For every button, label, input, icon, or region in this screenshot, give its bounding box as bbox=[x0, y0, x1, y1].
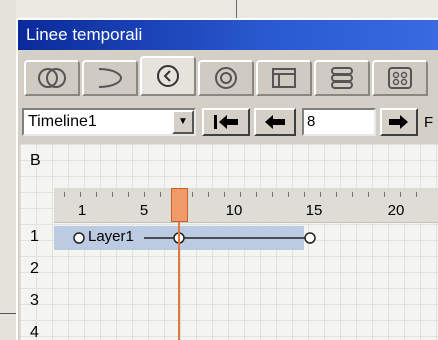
chevron-down-icon[interactable]: ▼ bbox=[172, 110, 194, 134]
layer-name: Layer1 bbox=[88, 228, 134, 245]
clock-icon bbox=[157, 65, 179, 87]
overlap-circles-icon bbox=[38, 68, 66, 88]
rewind-to-start-button[interactable] bbox=[202, 108, 250, 136]
tab-frames[interactable] bbox=[256, 60, 312, 96]
rewind-to-start-icon bbox=[214, 115, 238, 129]
playhead-handle[interactable] bbox=[171, 188, 188, 222]
grid-dots-icon bbox=[388, 67, 412, 89]
tab-objects[interactable] bbox=[24, 60, 80, 96]
timeline-panel[interactable]: B 1 5 10 15 20 1 2 3 4 Layer1 bbox=[20, 144, 438, 340]
background-tick bbox=[0, 313, 16, 314]
playhead-line bbox=[178, 214, 180, 340]
tab-target[interactable] bbox=[198, 60, 254, 96]
timeline-select[interactable]: Timeline1 ▼ bbox=[22, 108, 196, 136]
timeline-toolbar: Timeline1 ▼ 8 F bbox=[18, 102, 438, 142]
fps-label: F bbox=[424, 114, 434, 131]
curve-arrow-icon bbox=[98, 68, 123, 88]
frame-number-input[interactable]: 8 bbox=[302, 108, 376, 136]
tab-layers[interactable] bbox=[314, 60, 370, 96]
tab-timelines[interactable] bbox=[140, 56, 196, 96]
tab-grid[interactable] bbox=[372, 60, 428, 96]
tab-strip bbox=[24, 56, 438, 98]
background-top bbox=[0, 0, 438, 18]
previous-frame-button[interactable] bbox=[254, 108, 296, 136]
target-icon bbox=[215, 67, 237, 89]
timelines-window: Linee temporali Timeline1 ▼ 8 F B 1 5 10… bbox=[16, 18, 438, 340]
arrow-left-icon bbox=[265, 115, 285, 129]
background-left bbox=[0, 0, 16, 340]
timeline-select-value: Timeline1 bbox=[28, 113, 97, 130]
layers-icon bbox=[331, 67, 353, 89]
window-title[interactable]: Linee temporali bbox=[18, 20, 438, 50]
play-forward-button[interactable] bbox=[380, 108, 418, 136]
keyframe-marker[interactable] bbox=[304, 232, 316, 244]
background-divider bbox=[236, 0, 237, 18]
tab-behaviors[interactable] bbox=[82, 60, 138, 96]
window-layout-icon bbox=[272, 68, 296, 88]
tween-line bbox=[73, 232, 316, 244]
arrow-right-icon bbox=[389, 115, 408, 129]
